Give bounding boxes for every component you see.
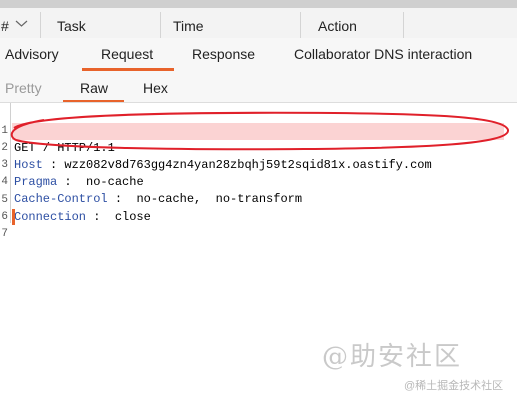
view-mode-tabs: Pretty Raw Hex (0, 72, 517, 103)
active-view-indicator (63, 100, 124, 102)
tab-hex[interactable]: Hex (143, 80, 168, 96)
tab-collaborator-dns-interaction[interactable]: Collaborator DNS interaction (294, 46, 472, 62)
tab-pretty[interactable]: Pretty (5, 80, 42, 96)
header-row-cache-control: 4 Cache-Control : no-cache, no-transform (1, 176, 303, 206)
annotation-ellipse (10, 111, 509, 151)
column-divider (40, 12, 41, 38)
active-tab-indicator (82, 68, 174, 71)
watermark-source: @稀土掘金技术社区 (404, 380, 504, 392)
tab-response[interactable]: Response (192, 46, 255, 62)
text-cursor (12, 209, 15, 225)
detail-tabs: Advisory Request Response Collaborator D… (0, 38, 517, 73)
task-table-header: # Task Time Action (0, 0, 517, 38)
column-divider (300, 12, 301, 38)
empty-line-row: 7 (0, 209, 517, 240)
chevron-down-icon[interactable] (15, 19, 28, 28)
column-header-action[interactable]: Action (318, 18, 357, 34)
header-row-connection: 5 Connection : close (1, 194, 151, 224)
column-divider (160, 12, 161, 38)
column-header-index[interactable]: # (1, 18, 9, 34)
watermark-text: @助安社区 (322, 342, 463, 372)
line-number: 7 (1, 228, 8, 240)
column-divider (403, 12, 404, 38)
tab-advisory[interactable]: Advisory (5, 46, 59, 62)
horizontal-scrollbar[interactable] (0, 0, 517, 8)
tab-request[interactable]: Request (101, 46, 153, 62)
tab-raw[interactable]: Raw (80, 80, 108, 96)
column-header-time[interactable]: Time (173, 18, 204, 34)
empty-line-row: 6 (0, 192, 517, 223)
column-header-task[interactable]: Task (57, 18, 86, 34)
